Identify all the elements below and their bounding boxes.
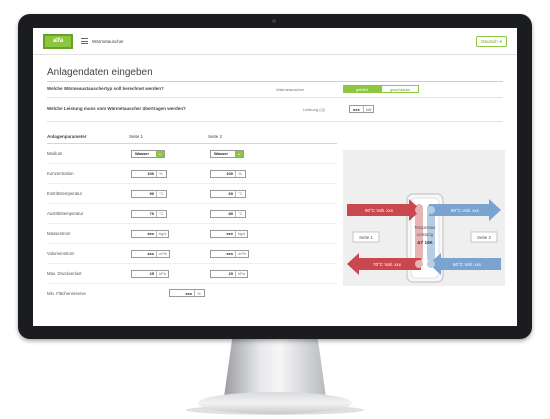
exchanger-type-toggle: gelötet geschraubt [343,85,419,93]
row-label: Medium [47,151,63,156]
hot-inlet-label: 90°C Volt. xxx [365,208,394,213]
power-unit: kW [362,106,374,112]
medium-side1-select[interactable]: Wasser ⌄ [131,149,165,158]
column-header: Seite 2 [208,134,223,139]
table-row: Volumenstrom xxx m³/h xxx m³/h [47,244,337,264]
main-content: Anlagendaten eingeben Welche Wärmeaustau… [33,67,517,122]
question-text: Welche Leistung muss vom Wärmetauscher ü… [47,106,186,111]
language-label: Deutsch [481,39,498,44]
heat-exchanger-diagram: 90°C Volt. xxx 80°C Volt. xxx 70°C Volt.… [343,150,505,286]
row-label: Konzentration [47,171,74,176]
hot-outlet-label: 70°C Volt. xxx [373,262,402,267]
exchanger-label: Wärmetauscher [276,87,305,92]
mass-flow-side2-input[interactable]: xxx kg/s [210,229,249,238]
concentration-side1-input[interactable]: 100% [131,169,167,178]
app-screen: alfa Wärmetauscher Deutsch ▾ Anlagendate… [33,28,517,326]
pressure-drop-side2-input[interactable]: 20 kPa [210,269,248,278]
chevron-down-icon: ▾ [499,38,502,44]
question-power: Welche Leistung muss vom Wärmetauscher ü… [47,98,503,122]
power-label: Leistung (Q) [303,107,326,112]
medium-side2-select[interactable]: Wasser ⌄ [210,149,244,158]
table-row: Eintrittstemperatur 90 °C 60 °C [47,184,337,204]
outlet-temp-side2-input[interactable]: 80 °C [210,209,246,218]
concentration-side2-input[interactable]: 100% [210,169,246,178]
diagram-graphic: 90°C Volt. xxx 80°C Volt. xxx 70°C Volt.… [347,193,501,283]
side1-label: Seite 1 [359,235,374,240]
option-geschraubt[interactable]: geschraubt [381,85,419,93]
hot-port [415,260,423,268]
row-label: Volumenstrom [47,251,75,256]
mass-flow-side1-input[interactable]: xxx kg/s [131,229,170,238]
cold-outlet-label: 80°C Volt. xxx [451,208,480,213]
cold-port [427,206,435,214]
power-input[interactable]: xxx kW [349,105,375,113]
power-value: xxx [353,106,360,112]
brand-logo[interactable]: alfa [43,33,73,49]
center-label-1: Temperatur [414,225,436,230]
center-label-2: Leistung [417,232,434,237]
table-header: Anlagenparameter Seite 1 Seite 2 [47,130,337,144]
parameter-table: Anlagenparameter Seite 1 Seite 2 Medium … [47,130,337,302]
center-label-3: ΔT 10K [417,240,433,245]
chevron-down-icon: ⌄ [235,150,243,157]
pressure-drop-side1-input[interactable]: 25 kPa [131,269,169,278]
question-exchanger-type: Welche Wärmeaustauschertyp soll berechne… [47,82,503,98]
page-title: Anlagendaten eingeben [47,67,503,82]
inlet-temp-side2-input[interactable]: 60 °C [210,189,246,198]
menu-icon[interactable] [81,38,88,44]
column-header: Anlagenparameter [47,134,87,139]
monitor-scene: alfa Wärmetauscher Deutsch ▾ Anlagendate… [0,0,550,419]
app-title: Wärmetauscher [92,38,124,44]
question-text: Welche Wärmeaustauschertyp soll berechne… [47,86,164,91]
table-row: Austrittstemperatur 70 °C 80 °C [47,204,337,224]
side2-label: Seite 2 [477,235,492,240]
row-label: Min. Flächenreserve [47,290,86,296]
monitor-stand-neck [224,339,326,397]
chevron-down-icon: ⌄ [156,150,164,157]
outlet-temp-side1-input[interactable]: 70 °C [131,209,167,218]
column-header: Seite 1 [129,134,144,139]
row-label: Max. Druckverlust [47,271,82,276]
area-reserve-input[interactable]: xxx% [169,289,205,297]
hot-port [415,206,423,214]
volume-flow-side2-input[interactable]: xxx m³/h [210,249,249,258]
inlet-temp-side1-input[interactable]: 90 °C [131,189,167,198]
row-label: Austrittstemperatur [47,211,84,216]
table-row: Massestrom xxx kg/s xxx kg/s [47,224,337,244]
language-select[interactable]: Deutsch ▾ [476,36,507,47]
app-header: alfa Wärmetauscher Deutsch ▾ [33,28,517,55]
table-row: Min. Flächenreserve xxx% [47,284,337,302]
monitor-bezel: alfa Wärmetauscher Deutsch ▾ Anlagendate… [18,14,532,339]
table-row: Medium Wasser ⌄ Wasser ⌄ [47,144,337,164]
monitor-stand-base [198,392,352,414]
table-row: Max. Druckverlust 25 kPa 20 kPa [47,264,337,284]
camera-icon [272,19,276,23]
cold-port [427,260,435,268]
cold-inlet-label: 60°C Volt. xxx [453,262,482,267]
table-row: Konzentration 100% 100% [47,164,337,184]
volume-flow-side1-input[interactable]: xxx m³/h [131,249,170,258]
option-geloetet[interactable]: gelötet [343,85,381,93]
row-label: Eintrittstemperatur [47,191,83,196]
row-label: Massestrom [47,231,71,236]
